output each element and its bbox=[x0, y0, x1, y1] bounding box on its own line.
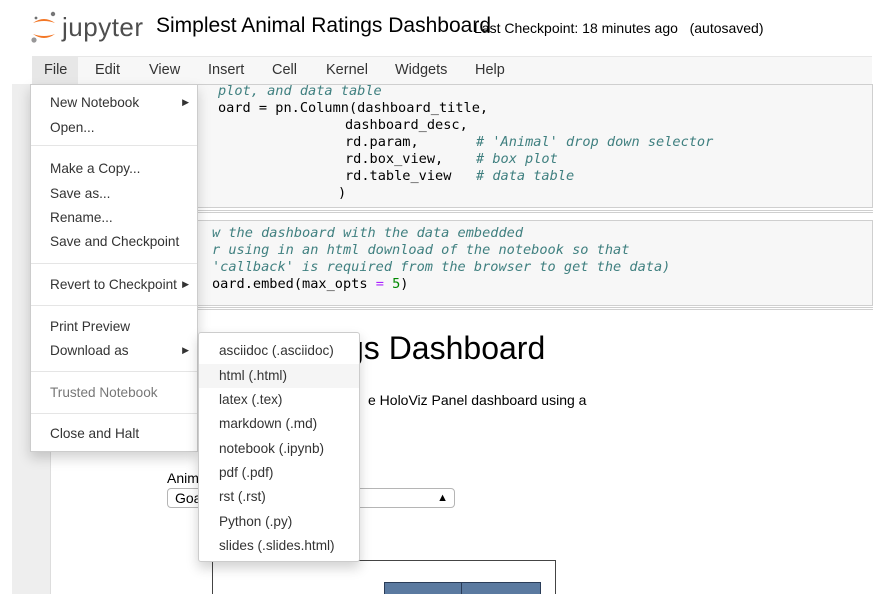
header: jupyter Simplest Animal Ratings Dashboar… bbox=[0, 0, 880, 54]
dashboard-description: e HoloViz Panel dashboard using a bbox=[368, 392, 587, 408]
code-line: rd.param, # 'Animal' drop down selector bbox=[345, 134, 713, 150]
file-menu-item-label: Save as... bbox=[50, 186, 111, 201]
code-line: 'callback' is required from the browser … bbox=[212, 259, 670, 275]
menu-separator bbox=[31, 305, 197, 306]
menu-separator bbox=[31, 371, 197, 372]
file-menu-item-label: Trusted Notebook bbox=[50, 385, 158, 400]
code-line: rd.table_view # data table bbox=[345, 168, 574, 184]
code-token: w the dashboard with the data embedded bbox=[212, 225, 523, 241]
file-menu-rename[interactable]: Rename... bbox=[50, 210, 113, 225]
code-line: oard.embed(max_opts = 5) bbox=[212, 276, 408, 292]
menubar: File Edit View Insert Cell Kernel Widget… bbox=[32, 56, 872, 85]
menu-separator bbox=[31, 145, 197, 146]
code-token: oard = pn.Column(dashboard_title, bbox=[218, 100, 489, 116]
file-menu-dropdown: New Notebook ▶ Open... Make a Copy... Sa… bbox=[30, 84, 198, 452]
menu-view[interactable]: View bbox=[149, 62, 180, 78]
menu-file[interactable]: File bbox=[44, 62, 67, 78]
menu-separator bbox=[31, 413, 197, 414]
file-menu-item-label: Revert to Checkpoint bbox=[50, 277, 177, 292]
download-rst[interactable]: rst (.rst) bbox=[219, 489, 266, 504]
file-menu-item-label: Close and Halt bbox=[50, 426, 140, 441]
code-line: oard = pn.Column(dashboard_title, bbox=[218, 100, 488, 116]
download-markdown[interactable]: markdown (.md) bbox=[219, 416, 317, 431]
box-plot-median bbox=[461, 582, 462, 594]
download-python[interactable]: Python (.py) bbox=[219, 514, 292, 529]
code-token: dashboard_desc, bbox=[345, 117, 468, 133]
select-updown-icon: ▲︎ bbox=[437, 492, 448, 504]
download-pdf[interactable]: pdf (.pdf) bbox=[219, 465, 273, 480]
code-line: r using in an html download of the noteb… bbox=[212, 242, 629, 258]
code-token: 'callback' is required from the browser … bbox=[212, 259, 671, 275]
file-menu-item-label: Save and Checkpoint bbox=[50, 234, 180, 249]
menu-cell[interactable]: Cell bbox=[272, 62, 297, 78]
menu-edit[interactable]: Edit bbox=[95, 62, 120, 78]
code-token: rd.box_view, bbox=[345, 151, 444, 167]
code-token: # data table bbox=[451, 168, 575, 184]
code-token: rd.param, bbox=[345, 134, 419, 150]
code-line: rd.box_view, # box plot bbox=[345, 151, 558, 167]
caret-right-icon: ▶ bbox=[182, 279, 189, 289]
file-menu-item-label: Open... bbox=[50, 120, 95, 135]
jupyter-logo-icon bbox=[31, 11, 56, 43]
last-checkpoint-text: Last Checkpoint: 18 minutes ago bbox=[474, 20, 678, 36]
code-token: oard.embed(max_opts bbox=[212, 276, 376, 292]
code-token: # box plot bbox=[443, 151, 558, 167]
caret-right-icon: ▶ bbox=[182, 345, 189, 355]
code-line: dashboard_desc, bbox=[345, 117, 468, 133]
code-token: ) bbox=[338, 185, 347, 201]
download-asciidoc[interactable]: asciidoc (.asciidoc) bbox=[219, 343, 334, 358]
file-menu-save-checkpoint[interactable]: Save and Checkpoint bbox=[50, 234, 179, 249]
file-menu-close-halt[interactable]: Close and Halt bbox=[50, 426, 139, 441]
autosave-status: (autosaved) bbox=[689, 20, 764, 36]
notebook-name[interactable]: Simplest Animal Ratings Dashboard bbox=[156, 14, 491, 38]
dashboard-title: gs Dashboard bbox=[346, 330, 546, 366]
file-menu-item-label: New Notebook bbox=[50, 95, 140, 110]
caret-right-icon: ▶ bbox=[182, 97, 189, 107]
menu-widgets[interactable]: Widgets bbox=[395, 62, 447, 78]
checkpoint-status: Last Checkpoint: 18 minutes ago (autosav… bbox=[474, 20, 764, 36]
file-menu-item-label: Rename... bbox=[50, 210, 113, 225]
download-notebook[interactable]: notebook (.ipynb) bbox=[219, 441, 324, 456]
download-html[interactable]: html (.html) bbox=[219, 368, 287, 383]
file-menu-item-label: Download as bbox=[50, 343, 129, 358]
file-menu-revert-checkpoint[interactable]: Revert to Checkpoint bbox=[50, 277, 177, 292]
code-token: rd.table_view bbox=[345, 168, 452, 184]
code-token: r using in an html download of the noteb… bbox=[212, 242, 630, 258]
box-plot-box bbox=[384, 582, 541, 594]
file-menu-item-label: Make a Copy... bbox=[50, 161, 141, 176]
file-menu-make-copy[interactable]: Make a Copy... bbox=[50, 161, 140, 176]
download-slides[interactable]: slides (.slides.html) bbox=[219, 538, 335, 553]
file-menu-download-as[interactable]: Download as bbox=[50, 343, 129, 358]
menu-kernel[interactable]: Kernel bbox=[326, 62, 368, 78]
code-line: w the dashboard with the data embedded bbox=[212, 225, 523, 241]
file-menu-new-notebook[interactable]: New Notebook bbox=[50, 95, 139, 110]
menu-help[interactable]: Help bbox=[475, 62, 505, 78]
code-token: ) bbox=[400, 276, 409, 292]
file-menu-trusted-notebook: Trusted Notebook bbox=[50, 385, 158, 400]
file-menu-save-as[interactable]: Save as... bbox=[50, 186, 110, 201]
animal-label: Anim bbox=[167, 470, 199, 486]
code-token: = bbox=[375, 276, 384, 292]
code-line: plot, and data table bbox=[218, 83, 382, 99]
file-menu-item-label: Print Preview bbox=[50, 319, 131, 334]
code-token: plot, and data table bbox=[218, 83, 382, 99]
jupyter-logo-text: jupyter bbox=[62, 12, 144, 42]
code-token: # 'Animal' drop down selector bbox=[418, 134, 714, 150]
download-latex[interactable]: latex (.tex) bbox=[219, 392, 282, 407]
download-as-submenu: asciidoc (.asciidoc) html (.html) latex … bbox=[198, 332, 360, 562]
menu-insert[interactable]: Insert bbox=[208, 62, 244, 78]
code-line: ) bbox=[338, 185, 346, 201]
file-menu-open[interactable]: Open... bbox=[50, 120, 95, 135]
menu-separator bbox=[31, 263, 197, 264]
file-menu-print-preview[interactable]: Print Preview bbox=[50, 319, 130, 334]
